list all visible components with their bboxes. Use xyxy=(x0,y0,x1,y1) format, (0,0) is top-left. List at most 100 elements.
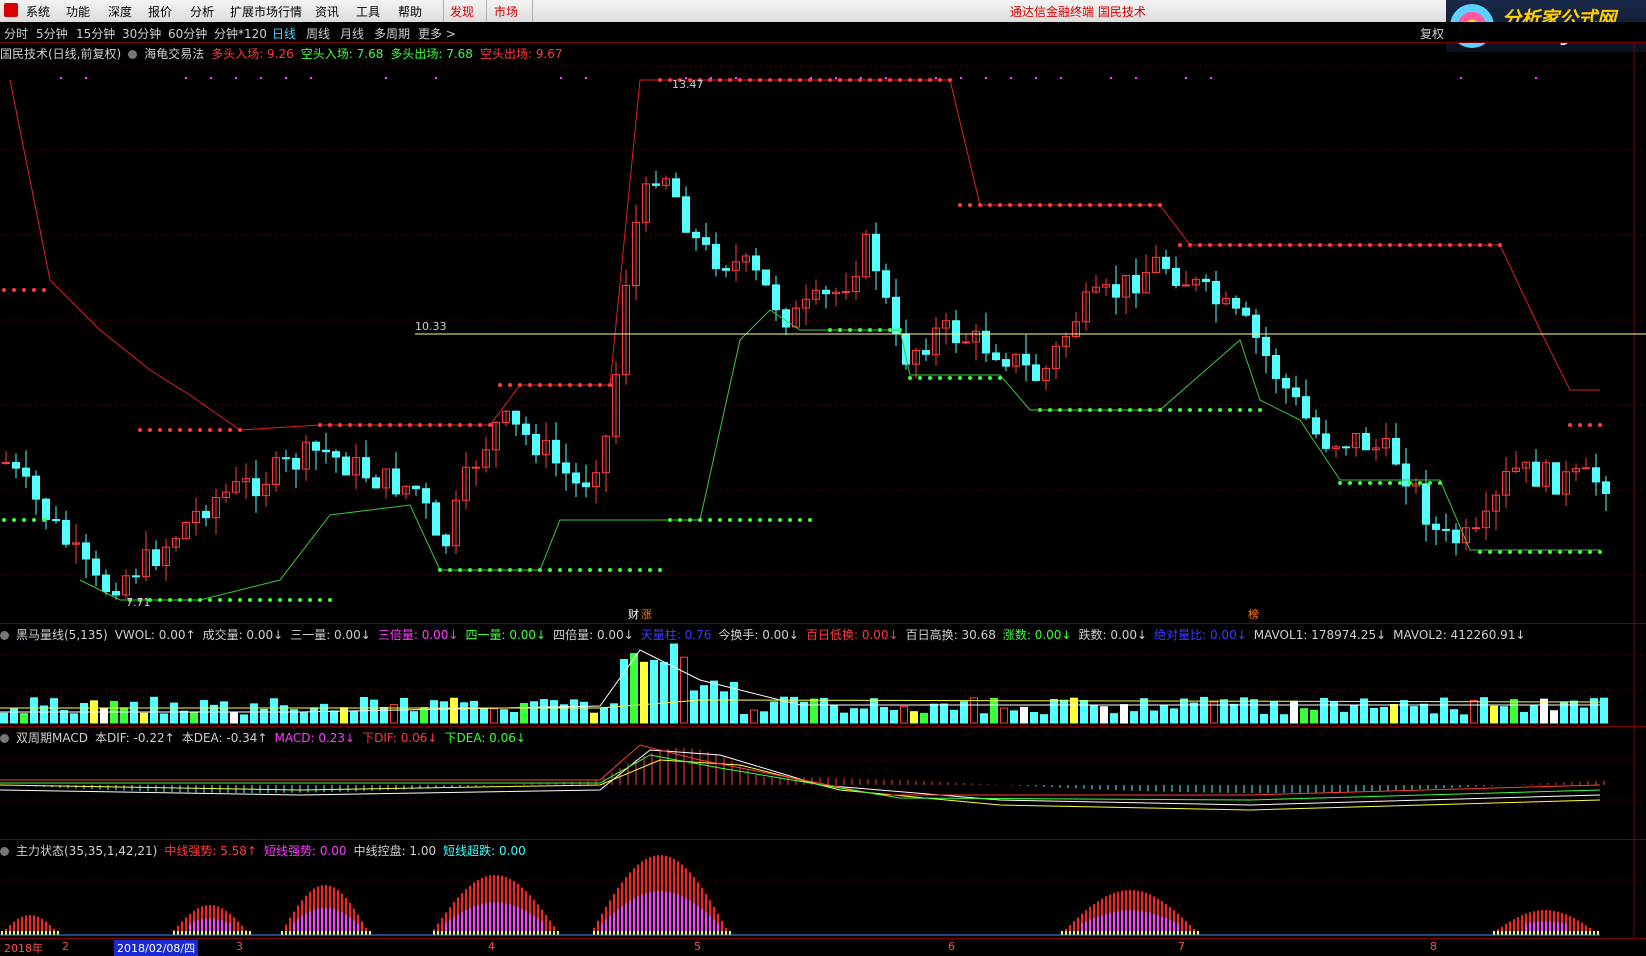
candle-body xyxy=(1322,433,1330,449)
long-entry-dot xyxy=(32,288,36,292)
long-exit-dot xyxy=(1518,550,1522,554)
long-exit-dot xyxy=(42,518,46,522)
candle-body xyxy=(842,291,850,294)
long-exit-dot xyxy=(1398,481,1402,485)
long-exit-dot xyxy=(738,518,742,522)
long-entry-dot xyxy=(608,383,612,387)
long-entry-dot xyxy=(658,78,662,82)
long-exit-dot xyxy=(628,568,632,572)
long-entry-dot xyxy=(448,423,452,427)
long-exit-dot xyxy=(1078,408,1082,412)
long-entry-dot xyxy=(578,383,582,387)
volume-bar xyxy=(700,685,708,724)
long-entry-dot xyxy=(878,78,882,82)
volume-bar xyxy=(340,707,348,724)
long-entry-dot xyxy=(1108,203,1112,207)
volume-bar xyxy=(370,699,378,724)
candle-body xyxy=(62,519,70,545)
long-exit-dot xyxy=(218,598,222,602)
long-exit-dot xyxy=(1188,408,1192,412)
long-exit-dot xyxy=(1498,550,1502,554)
tag-zhang[interactable]: 涨 xyxy=(641,608,652,621)
long-entry-dot xyxy=(428,423,432,427)
volume-bar xyxy=(660,662,668,724)
long-exit-dot xyxy=(1108,408,1112,412)
long-entry-dot xyxy=(728,78,732,82)
volume-bar xyxy=(1280,714,1288,724)
candle-body xyxy=(1212,281,1220,305)
long-entry-dot xyxy=(1048,203,1052,207)
volume-bar xyxy=(1470,700,1478,724)
long-entry-dot xyxy=(1358,243,1362,247)
long-entry-dot xyxy=(1428,243,1432,247)
long-entry-dot xyxy=(1078,203,1082,207)
long-entry-dot xyxy=(1278,243,1282,247)
long-exit-dot xyxy=(708,518,712,522)
long-entry-dot xyxy=(938,78,942,82)
long-entry-dot xyxy=(828,78,832,82)
candle-body xyxy=(1362,433,1370,451)
long-entry-dot xyxy=(1448,243,1452,247)
volume-bar xyxy=(1510,699,1518,724)
signal-marker xyxy=(985,77,987,79)
candle-body xyxy=(42,498,50,521)
long-exit-dot xyxy=(488,568,492,572)
volume-bar xyxy=(40,705,48,724)
long-entry-dot xyxy=(478,423,482,427)
long-exit-dot xyxy=(468,568,472,572)
volume-bar xyxy=(1160,705,1168,724)
volume-bar xyxy=(80,703,88,724)
volume-bar xyxy=(810,698,818,724)
candle-body xyxy=(992,352,1000,361)
long-entry-dot xyxy=(1138,203,1142,207)
long-entry-dot xyxy=(1118,203,1122,207)
volume-bar xyxy=(1520,711,1528,724)
candle-body xyxy=(1592,467,1600,483)
long-entry-dot xyxy=(398,423,402,427)
long-exit-dot xyxy=(1488,550,1492,554)
long-exit-dot xyxy=(768,518,772,522)
long-exit-dot xyxy=(798,518,802,522)
volume-bar xyxy=(1230,703,1238,724)
tag-cai[interactable]: 财 xyxy=(628,607,639,621)
volume-bar xyxy=(450,697,458,724)
candle-body xyxy=(392,468,400,495)
long-exit-dot xyxy=(1578,550,1582,554)
volume-bar xyxy=(1220,699,1228,724)
long-exit-dot xyxy=(538,568,542,572)
long-exit-dot xyxy=(938,376,942,380)
volume-bar xyxy=(920,712,928,724)
long-entry-dot xyxy=(1458,243,1462,247)
volume-bar xyxy=(1340,711,1348,724)
candle-body xyxy=(1582,467,1590,470)
long-entry-dot xyxy=(458,423,462,427)
volume-bar xyxy=(580,701,588,724)
chart-canvas[interactable]: 10.33 13.47 7.71 财 涨 榜 xyxy=(0,0,1646,938)
long-exit-dot xyxy=(318,598,322,602)
volume-bar xyxy=(540,699,548,724)
candle-body xyxy=(762,269,770,286)
volume-bar xyxy=(330,710,338,724)
volume-bar xyxy=(1310,709,1318,724)
volume-bar xyxy=(550,700,558,724)
candle-body xyxy=(1262,336,1270,356)
candle-body xyxy=(32,475,40,500)
volume-bar xyxy=(410,711,418,724)
long-entry-dot xyxy=(168,428,172,432)
candle-body xyxy=(902,333,910,365)
long-exit-dot xyxy=(1538,550,1542,554)
volume-bar xyxy=(1600,697,1608,724)
candle-body xyxy=(1312,417,1320,435)
tag-bang[interactable]: 榜 xyxy=(1248,607,1259,621)
long-entry-dot xyxy=(1398,243,1402,247)
volume-bar xyxy=(390,704,398,724)
long-exit-dot xyxy=(808,518,812,522)
long-exit-dot xyxy=(508,568,512,572)
signal-marker xyxy=(1535,77,1537,79)
candle-body xyxy=(282,457,290,460)
long-entry-dot xyxy=(12,288,16,292)
axis-selected-date[interactable]: 2018/02/08/四 xyxy=(114,940,199,956)
candle-body xyxy=(1532,461,1540,487)
long-exit-dot xyxy=(228,598,232,602)
long-exit-dot xyxy=(608,568,612,572)
